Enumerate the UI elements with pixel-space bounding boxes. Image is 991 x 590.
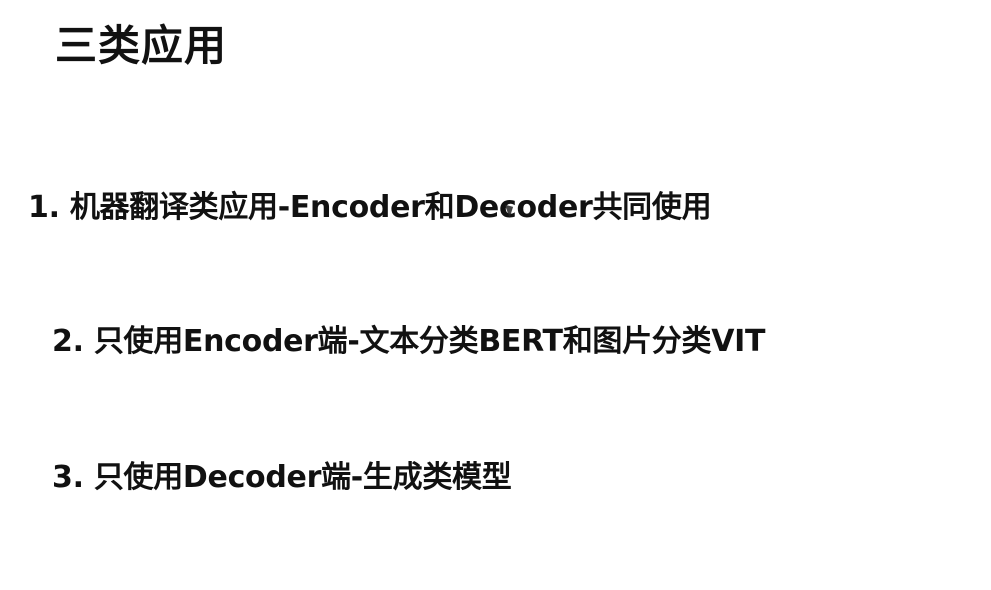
list-item-decoder-only: 3. 只使用Decoder端-生成类模型 xyxy=(52,460,512,495)
slide-title: 三类应用 xyxy=(55,21,228,70)
slide: 三类应用 1. 机器翻译类应用-Encoder和Decoder共同使用 2. 只… xyxy=(0,0,991,590)
list-item-encoder-only: 2. 只使用Encoder端-文本分类BERT和图片分类VIT xyxy=(52,324,766,359)
list-item-machine-translation: 1. 机器翻译类应用-Encoder和Decoder共同使用 xyxy=(28,190,712,225)
